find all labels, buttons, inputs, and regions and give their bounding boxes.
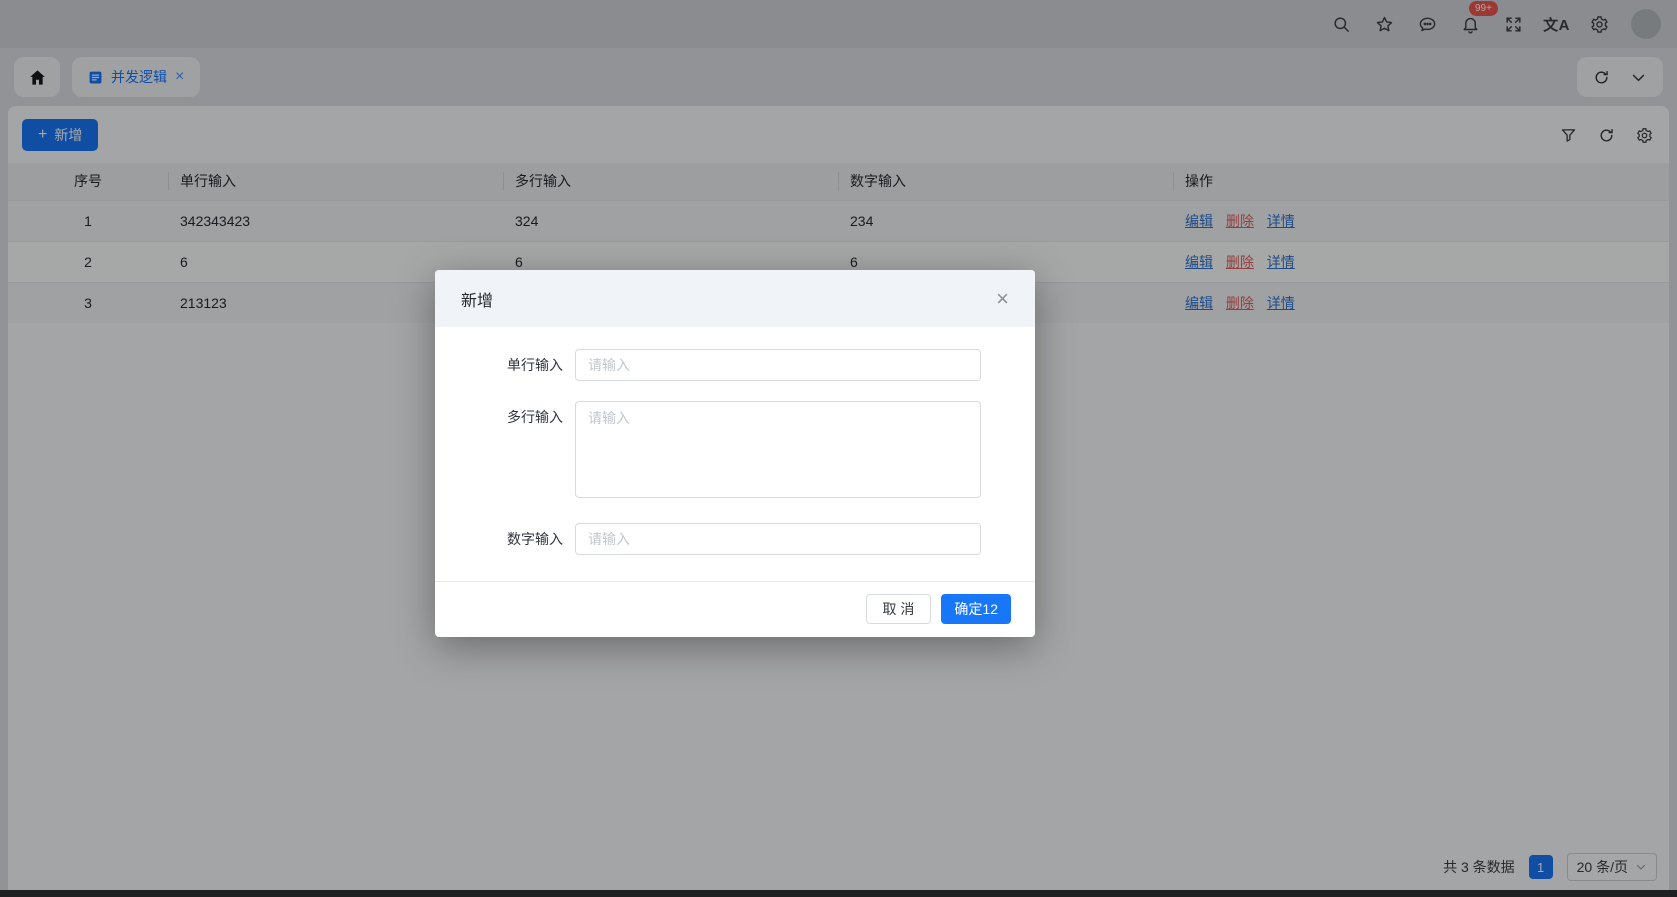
modal-header: 新增 × [435,270,1035,327]
close-icon[interactable]: × [996,287,1009,310]
form-row-multi-input: 多行输入 [435,401,1035,503]
single-input-field[interactable] [575,349,981,381]
confirm-button[interactable]: 确定12 [941,594,1011,624]
multi-input-label: 多行输入 [507,409,563,425]
number-input-field[interactable] [575,523,981,555]
modal-title: 新增 [461,292,494,310]
modal-footer: 取 消 确定12 [435,581,1035,637]
number-input-label: 数字输入 [507,531,563,547]
multi-input-field[interactable] [575,401,981,498]
form-row-number-input: 数字输入 [435,523,1035,555]
form-row-single-input: 单行输入 [435,349,1035,381]
modal-body: 单行输入 多行输入 数字输入 [435,327,1035,581]
single-input-label: 单行输入 [507,357,563,373]
add-record-modal: 新增 × 单行输入 多行输入 数字输入 取 消 确定12 [435,270,1035,637]
cancel-button[interactable]: 取 消 [865,594,932,624]
